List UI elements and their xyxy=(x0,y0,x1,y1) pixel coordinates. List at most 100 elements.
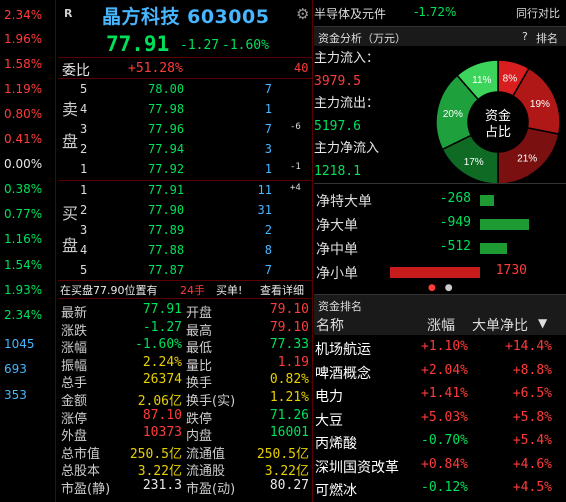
price-change: -1.27 xyxy=(180,38,220,53)
weibi-label: 委比 xyxy=(62,63,90,79)
order-price: 77.94 xyxy=(148,142,185,156)
buy-order-row[interactable]: 4 77.88 8 xyxy=(58,241,313,262)
order-price: 77.98 xyxy=(148,102,185,116)
order-price: 77.89 xyxy=(148,223,185,237)
big-order-text: 在买盘77.90位置有 xyxy=(60,284,158,297)
ranking-name[interactable]: 深圳国资改革 xyxy=(315,457,399,477)
ranking-row[interactable]: 大豆 +5.03% +5.8% xyxy=(314,407,566,430)
peer-compare-button[interactable]: 同行对比 xyxy=(516,5,560,21)
gear-icon[interactable]: ⚙ xyxy=(296,5,309,23)
order-volume: 1 xyxy=(264,102,272,116)
stat-value: -1.27 xyxy=(142,319,182,335)
page-dot[interactable]: ● xyxy=(445,283,453,293)
donut-slice-label: 8% xyxy=(503,74,518,85)
ranking-name[interactable]: 电力 xyxy=(315,386,343,406)
ranking-name[interactable]: 机场航运 xyxy=(315,339,371,359)
net-flow-row: 净中单 -512 xyxy=(314,236,566,260)
order-volume: 7 xyxy=(264,263,272,277)
sell-order-row[interactable]: 2 77.94 3 xyxy=(58,140,313,161)
net-flow-bar xyxy=(390,267,480,278)
col-name[interactable]: 名称 xyxy=(316,315,344,335)
net-flow-row: 净大单 -949 xyxy=(314,212,566,236)
order-level: 1 xyxy=(80,162,88,176)
sector-name[interactable]: 半导体及元件 xyxy=(314,5,386,22)
ranking-row[interactable]: 电力 +1.41% +6.5% xyxy=(314,383,566,406)
fund-summary: 主力流入： 3979.5 主力流出： 5197.6 主力净流入 1218.1 xyxy=(314,48,439,184)
page-dots[interactable]: ● ● xyxy=(428,283,453,293)
order-level: 3 xyxy=(80,122,88,136)
stat-value: 79.10 xyxy=(269,302,309,317)
fund-share-donut: 8% 19% 21% 17% 20% 11% 资金占比 xyxy=(435,59,561,185)
sell-order-row[interactable]: 4 77.98 1 xyxy=(58,100,313,121)
net-inflow-value: 1218.1 xyxy=(314,163,361,179)
stat-label: 市盈(静) xyxy=(61,482,111,497)
stat-value: 1.19 xyxy=(277,354,309,370)
stat-row: 总市值 250.5亿 流通值 250.5亿 xyxy=(58,442,313,462)
order-level: 2 xyxy=(80,142,88,156)
stat-value: 2.24% xyxy=(142,354,182,370)
ranking-row[interactable]: 丙烯酸 -0.70% +5.4% xyxy=(314,430,566,453)
ranking-name[interactable]: 可燃冰 xyxy=(315,480,357,500)
ranking-row[interactable]: 啤酒概念 +2.04% +8.8% xyxy=(314,360,566,383)
stat-row: 涨跌 -1.27 最高 79.10 xyxy=(58,319,313,339)
page-dot-active[interactable]: ● xyxy=(428,283,436,293)
stat-row: 市盈(静) 231.3 市盈(动) 80.27 xyxy=(58,477,313,497)
stat-row: 总股本 3.22亿 流通股 3.22亿 xyxy=(58,459,313,479)
price-axis: 2.34% 1.96% 1.58% 1.19% 0.80% 0.41% 0.00% 0.38%… xyxy=(0,0,56,502)
ranking-change: +1.41% xyxy=(421,386,468,401)
col-change[interactable]: 涨幅 xyxy=(427,315,455,335)
ranking-row[interactable]: 可燃冰 -0.12% +4.5% xyxy=(314,477,566,500)
stat-value: 77.91 xyxy=(142,302,182,317)
net-inflow-label: 主力净流入 xyxy=(314,141,380,157)
order-volume: 8 xyxy=(264,243,272,257)
help-icon[interactable]: ? xyxy=(522,30,528,43)
axis-label: 2.34% xyxy=(4,8,43,22)
order-delta: +4 xyxy=(290,183,301,193)
ranking-name[interactable]: 丙烯酸 xyxy=(315,433,357,453)
ranking-columns: 名称 涨幅 大单净比 ▼ xyxy=(314,313,566,335)
ranking-net-ratio: +5.8% xyxy=(512,409,552,425)
fund-analysis-title: 资金分析（万元） xyxy=(318,32,406,45)
order-volume: 11 xyxy=(257,183,272,197)
ranking-change: -0.70% xyxy=(421,433,468,448)
donut-slice-label: 20% xyxy=(443,109,463,120)
sell-order-row[interactable]: 3 77.96 7 -6 xyxy=(58,120,313,141)
fund-analysis-header: 资金分析（万元） ? 排名 xyxy=(314,26,566,46)
ranking-change: +5.03% xyxy=(421,409,468,425)
order-level: 5 xyxy=(80,82,88,96)
outflow-value: 5197.6 xyxy=(314,118,361,134)
stock-title[interactable]: 晶方科技 603005 xyxy=(102,2,269,29)
buy-order-row[interactable]: 1 77.91 11 +4 xyxy=(58,181,313,202)
ranking-row[interactable]: 深圳国资改革 +0.84% +4.6% xyxy=(314,454,566,477)
buy-order-row[interactable]: 3 77.89 2 xyxy=(58,221,313,242)
view-detail-link[interactable]: 查看详细 xyxy=(260,282,304,298)
ranking-net-ratio: +4.6% xyxy=(512,456,552,472)
sort-down-icon[interactable]: ▼ xyxy=(538,316,547,330)
axis-label: 0.77% xyxy=(4,207,43,221)
rank-button[interactable]: 排名 xyxy=(536,30,558,46)
order-price: 77.87 xyxy=(148,263,185,277)
ranking-net-ratio: +8.8% xyxy=(512,362,552,378)
stat-value: 26374 xyxy=(142,372,182,388)
stat-value: 77.33 xyxy=(269,337,309,353)
axis-label: 1.96% xyxy=(4,32,43,46)
axis-label: 2.34% xyxy=(4,308,43,322)
order-volume: 7 xyxy=(264,122,272,136)
buy-order-row[interactable]: 2 77.90 31 xyxy=(58,201,313,222)
ranking-net-ratio: +14.4% xyxy=(505,339,552,354)
stat-row: 最新 77.91 开盘 79.10 xyxy=(58,301,313,321)
buy-order-row[interactable]: 5 77.87 7 xyxy=(58,261,313,282)
ranking-change: -0.12% xyxy=(421,480,468,495)
ranking-row[interactable]: 机场航运 +1.10% +14.4% xyxy=(314,336,566,359)
sell-order-row[interactable]: 5 78.00 7 xyxy=(58,80,313,101)
price-change-pct: -1.60% xyxy=(222,38,269,53)
ranking-name[interactable]: 啤酒概念 xyxy=(315,363,371,383)
sell-order-row[interactable]: 1 77.92 1 -1 xyxy=(58,160,313,181)
net-flow-value: -268 xyxy=(439,191,471,206)
stat-value: 16001 xyxy=(269,425,309,441)
weibi-value: +51.28% xyxy=(128,61,183,76)
ranking-change: +2.04% xyxy=(421,362,468,378)
ranking-header: 资金排名 xyxy=(314,294,566,314)
col-net-ratio[interactable]: 大单净比 xyxy=(472,315,528,335)
ranking-name[interactable]: 大豆 xyxy=(315,410,343,430)
